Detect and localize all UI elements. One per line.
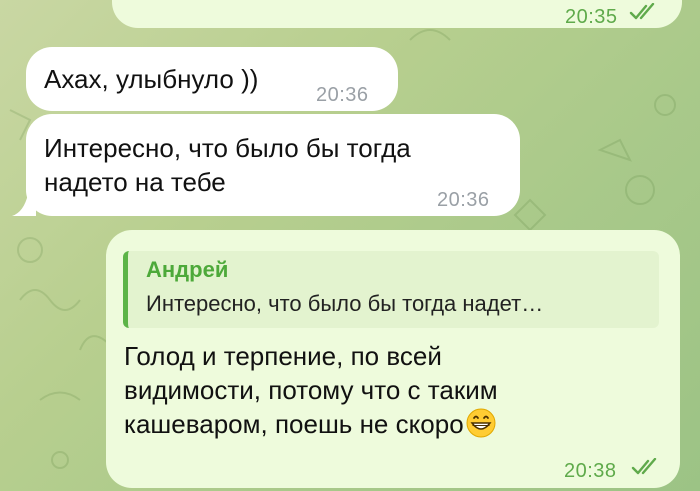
grinning-face-emoji-icon: [466, 408, 496, 438]
double-check-icon: [629, 3, 655, 20]
message-text: Интересно, что было бы тогда надето на т…: [44, 133, 411, 197]
message-bubble-incoming-2[interactable]: Интересно, что было бы тогда надето на т…: [26, 114, 520, 216]
reply-author: Андрей: [146, 257, 229, 282]
reply-quoted-text: Интересно, что было бы тогда надет…: [146, 291, 544, 316]
message-time: 20:36: [316, 84, 369, 106]
message-text-body: Голод и терпение, по всей видимости, пот…: [124, 341, 498, 439]
message-text: Ахах, улыбнуло )): [44, 64, 259, 94]
message-bubble-outgoing-1[interactable]: 20:35: [112, 0, 682, 28]
message-text: Голод и терпение, по всей видимости, пот…: [124, 339, 498, 441]
message-time: 20:36: [437, 189, 490, 211]
reply-preview[interactable]: Андрей Интересно, что было бы тогда наде…: [123, 251, 659, 328]
double-check-icon: [631, 458, 657, 475]
message-time: 20:38: [564, 460, 617, 482]
message-time: 20:35: [565, 6, 618, 28]
message-bubble-incoming-1[interactable]: Ахах, улыбнуло )) 20:36: [26, 47, 398, 111]
chat-screen: { "chat": { "messages": [ { "direction":…: [0, 0, 700, 491]
bubble-tail-incoming: [12, 194, 36, 216]
